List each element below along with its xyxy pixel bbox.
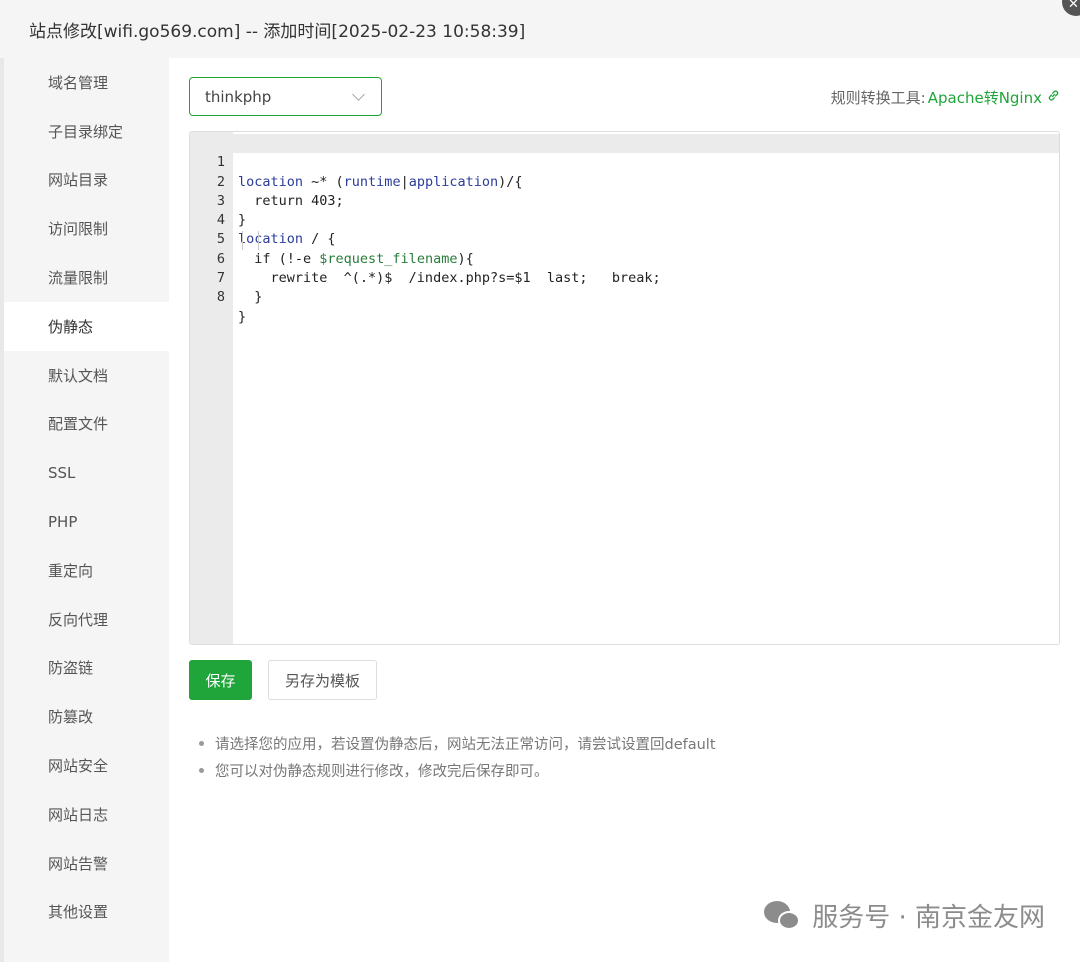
apache-to-nginx-link[interactable]: Apache转Nginx: [928, 87, 1042, 108]
help-tips: 请选择您的应用，若设置伪静态后，网站无法正常访问，请尝试设置回default 您…: [199, 730, 716, 784]
code-line: 1 location ~* (runtime|application)/{: [190, 134, 1059, 189]
tool-label: 规则转换工具:: [830, 89, 926, 107]
sidebar-item-site-logs[interactable]: 网站日志: [4, 790, 169, 839]
link-icon[interactable]: [1047, 89, 1060, 106]
wechat-icon: [764, 899, 804, 933]
selected-template: thinkphp: [205, 87, 272, 106]
sidebar-item-default-doc[interactable]: 默认文档: [4, 351, 169, 400]
sidebar-item-hotlink[interactable]: 防盗链: [4, 644, 169, 693]
sidebar-item-reverse-proxy[interactable]: 反向代理: [4, 595, 169, 644]
sidebar-item-other-settings[interactable]: 其他设置: [4, 888, 169, 937]
rule-convert-tool: 规则转换工具: Apache转Nginx: [831, 87, 1060, 108]
code-line: 4 location / {: [190, 192, 1059, 247]
sidebar-item-domain[interactable]: 域名管理: [4, 58, 169, 107]
code-line: 3 }: [190, 173, 1059, 228]
chevron-down-icon: [352, 88, 365, 101]
code-line: 7 }: [190, 250, 1059, 305]
watermark: 服务号 · 南京金友网: [764, 897, 1045, 934]
code-text: }: [238, 308, 247, 325]
sidebar-item-tamper-proof[interactable]: 防篡改: [4, 692, 169, 741]
sidebar-item-site-alerts[interactable]: 网站告警: [4, 839, 169, 888]
sidebar-item-rewrite[interactable]: 伪静态: [4, 301, 169, 351]
code-line: 2 return 403;: [190, 153, 1059, 209]
sidebar-item-php[interactable]: PHP: [4, 497, 169, 546]
sidebar-item-config-file[interactable]: 配置文件: [4, 400, 169, 449]
sidebar-item-site-directory[interactable]: 网站目录: [4, 156, 169, 205]
code-line: 8 }: [190, 269, 1059, 324]
indent-guide: [258, 231, 259, 250]
sidebar-item-ssl[interactable]: SSL: [4, 448, 169, 497]
tip-text: 您可以对伪静态规则进行修改，修改完后保存即可。: [215, 764, 549, 780]
tip-item: 您可以对伪静态规则进行修改，修改完后保存即可。: [199, 757, 716, 784]
save-button[interactable]: 保存: [189, 660, 252, 700]
bullet-icon: [199, 768, 204, 773]
indent-guide: [242, 231, 243, 250]
tip-item: 请选择您的应用，若设置伪静态后，网站无法正常访问，请尝试设置回default: [199, 730, 716, 757]
save-as-template-button[interactable]: 另存为模板: [268, 660, 377, 700]
bullet-icon: [199, 741, 204, 746]
sidebar-item-redirect[interactable]: 重定向: [4, 546, 169, 595]
dialog-title-bar: 站点修改[wifi.go569.com] -- 添加时间[2025-02-23 …: [0, 0, 1080, 58]
watermark-text: 服务号 · 南京金友网: [812, 903, 1045, 933]
sidebar-item-site-security[interactable]: 网站安全: [4, 741, 169, 790]
settings-sidebar: 域名管理 子目录绑定 网站目录 访问限制 流量限制 伪静态 默认文档 配置文件 …: [4, 58, 169, 962]
line-number: 8: [216, 289, 225, 306]
sidebar-item-traffic-limit[interactable]: 流量限制: [4, 253, 169, 302]
sidebar-item-access-limit[interactable]: 访问限制: [4, 204, 169, 253]
rewrite-template-select[interactable]: thinkphp: [189, 77, 382, 116]
sidebar-item-subdir-binding[interactable]: 子目录绑定: [4, 107, 169, 156]
main-panel: thinkphp 规则转换工具: Apache转Nginx 1 location…: [169, 58, 1080, 962]
code-editor[interactable]: 1 location ~* (runtime|application)/{ 2 …: [189, 131, 1060, 645]
dialog-title: 站点修改[wifi.go569.com] -- 添加时间[2025-02-23 …: [29, 21, 526, 42]
code-line: 5 if (!-e $request_filename){: [190, 211, 1059, 266]
code-text: }: [238, 289, 263, 306]
tip-text: 请选择您的应用，若设置伪静态后，网站无法正常访问，请尝试设置回default: [215, 737, 716, 753]
code-line: 6 rewrite ^(.*)$ /index.php?s=$1 last; b…: [190, 231, 1059, 286]
